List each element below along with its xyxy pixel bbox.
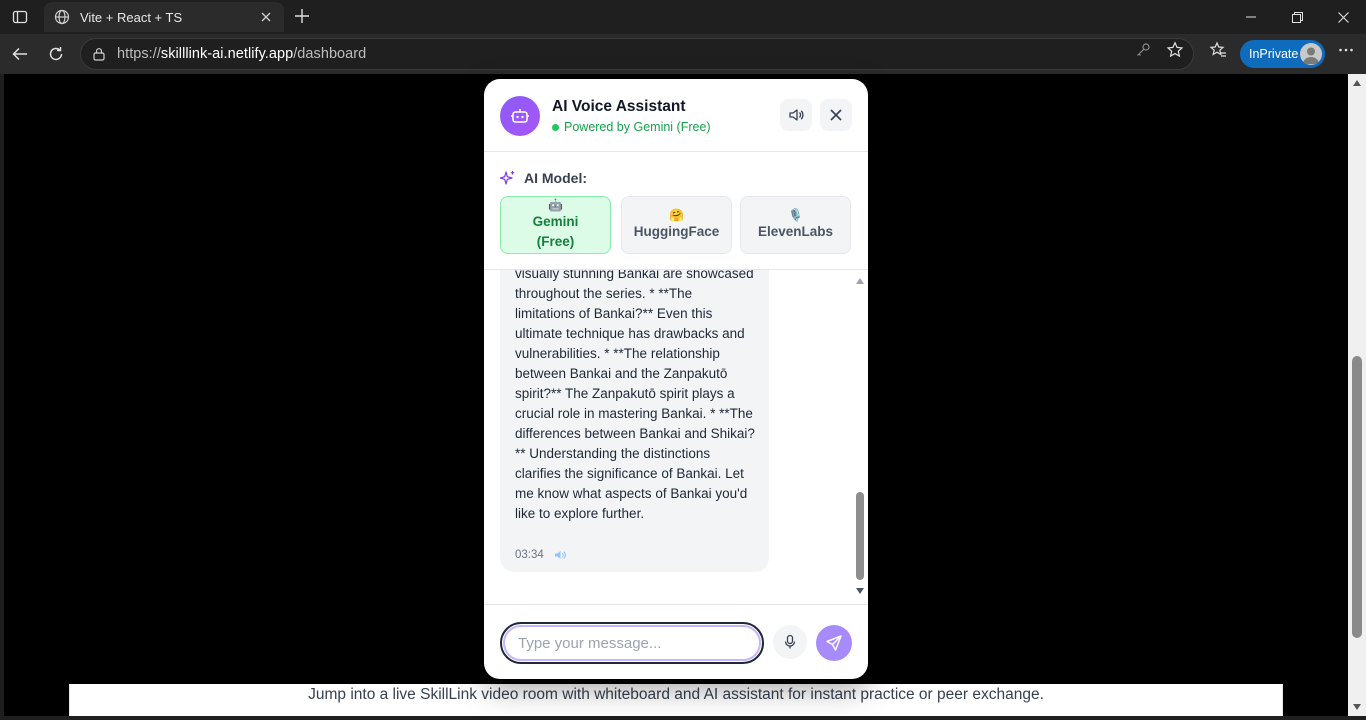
scroll-up-arrow[interactable] — [1353, 80, 1361, 86]
globe-icon — [54, 9, 70, 25]
url-text: https://skilllink-ai.netlify.app/dashboa… — [117, 46, 367, 62]
message-time: 03:34 — [515, 549, 544, 561]
window-bottom-edge — [0, 716, 1366, 720]
new-tab-icon[interactable] — [292, 6, 312, 26]
close-icon — [830, 109, 842, 121]
robot-emoji-icon: 🤖 — [548, 198, 563, 212]
address-bar[interactable]: https://skilllink-ai.netlify.app/dashboa… — [80, 38, 1194, 70]
inprivate-label: InPrivate — [1249, 47, 1299, 61]
model-label: AI Model: — [524, 170, 587, 186]
model-option-label: Gemini (Free) — [532, 214, 579, 249]
chat-scroll-down-arrow[interactable] — [856, 588, 864, 594]
sparkles-icon — [500, 170, 516, 186]
model-label-row: AI Model: — [500, 170, 587, 186]
browser-toolbar: https://skilllink-ai.netlify.app/dashboa… — [0, 34, 1366, 74]
minimize-icon[interactable] — [1228, 0, 1274, 34]
inprivate-badge[interactable]: InPrivate — [1240, 40, 1325, 68]
restore-icon[interactable] — [1274, 0, 1320, 34]
more-icon[interactable] — [1337, 41, 1355, 59]
microphone-button[interactable] — [773, 625, 807, 659]
model-option-elevenlabs[interactable]: 🎙️ ElevenLabs — [740, 196, 851, 254]
model-option-label: ElevenLabs — [757, 224, 834, 239]
model-option-gemini[interactable]: 🤖 Gemini (Free) — [500, 196, 611, 254]
assistant-header: AI Voice Assistant Powered by Gemini (Fr… — [484, 79, 868, 152]
favorite-star-icon[interactable] — [1166, 41, 1184, 59]
microphone-emoji-icon: 🎙️ — [788, 208, 803, 222]
model-selector: AI Model: 🤖 Gemini (Free) 🤗 HuggingFace … — [484, 152, 868, 270]
assistant-status: Powered by Gemini (Free) — [552, 120, 711, 134]
message-meta: 03:34 — [515, 549, 566, 561]
close-tab-icon[interactable] — [258, 9, 274, 25]
microphone-icon — [784, 634, 796, 649]
play-audio-icon[interactable] — [554, 549, 566, 561]
close-assistant-button[interactable] — [820, 99, 852, 131]
ai-assistant-panel: AI Voice Assistant Powered by Gemini (Fr… — [484, 79, 868, 679]
assistant-title: AI Voice Assistant — [552, 98, 686, 115]
lock-icon[interactable] — [91, 46, 107, 62]
assistant-message: visually stunning Bankai are showcased t… — [500, 270, 769, 572]
chat-scroll-up-arrow[interactable] — [856, 278, 864, 284]
online-dot-icon — [552, 123, 559, 131]
refresh-icon[interactable] — [44, 42, 68, 66]
chat-scroll-thumb[interactable] — [856, 492, 864, 580]
page-scrollbar[interactable] — [1348, 74, 1366, 716]
message-composer — [484, 604, 868, 679]
volume-icon — [789, 109, 804, 121]
tab-title: Vite + React + TS — [80, 9, 183, 25]
chat-scrollbar[interactable] — [854, 270, 866, 604]
browser-tab-bar: Vite + React + TS — [0, 0, 1366, 34]
message-input[interactable] — [500, 622, 764, 664]
hugging-face-emoji-icon: 🤗 — [669, 208, 684, 222]
page-scroll-thumb[interactable] — [1352, 356, 1362, 638]
assistant-subtitle: Powered by Gemini (Free) — [564, 120, 711, 134]
chat-messages[interactable]: visually stunning Bankai are showcased t… — [484, 270, 868, 604]
model-option-huggingface[interactable]: 🤗 HuggingFace — [621, 196, 732, 254]
page-description: Jump into a live SkillLink video room wi… — [308, 686, 1044, 703]
message-text: visually stunning Bankai are showcased t… — [515, 270, 755, 521]
send-icon — [826, 635, 842, 651]
profile-avatar — [1300, 43, 1322, 65]
scroll-down-arrow[interactable] — [1353, 704, 1361, 710]
favorites-icon[interactable] — [1209, 41, 1227, 59]
key-icon[interactable] — [1134, 41, 1152, 59]
close-window-icon[interactable] — [1320, 0, 1366, 34]
model-option-label: HuggingFace — [633, 224, 720, 239]
browser-tab[interactable]: Vite + React + TS — [44, 2, 284, 32]
speaker-toggle-button[interactable] — [780, 99, 812, 131]
tab-actions-icon[interactable] — [8, 6, 32, 28]
back-icon[interactable] — [8, 42, 32, 66]
send-button[interactable] — [816, 625, 852, 661]
bot-icon — [500, 96, 540, 136]
